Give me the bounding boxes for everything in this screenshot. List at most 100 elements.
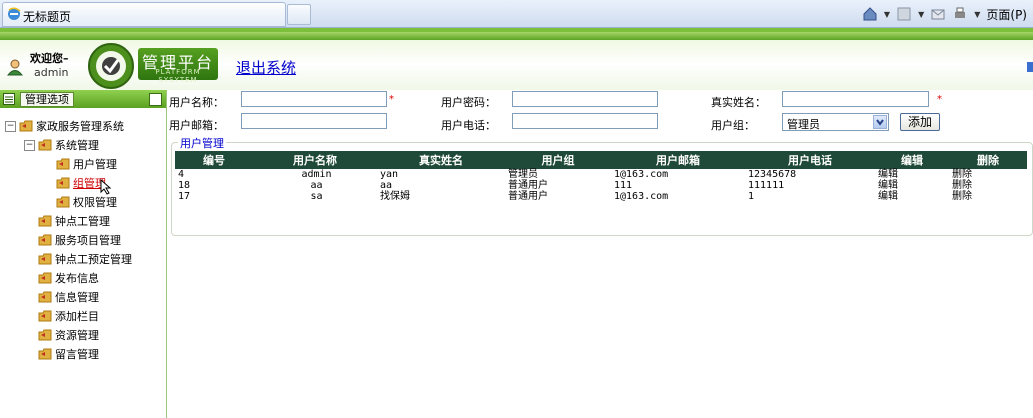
cell-realname: aa (380, 180, 393, 191)
sidebar-item-label: 用户管理 (73, 158, 117, 171)
users-table: 编号 用户名称 真实姓名 用户组 用户邮箱 用户电话 编辑 删除 4 admin… (175, 151, 1027, 202)
chevron-down-icon[interactable]: ▼ (918, 10, 924, 19)
phone-input[interactable] (512, 113, 658, 129)
sidebar: 管理选项 − 家政服务管理系统 − 系统管理 用户管理 组管理 权限管理 钟点工… (0, 90, 167, 418)
feeds-icon[interactable] (896, 6, 912, 22)
folder-icon (38, 253, 52, 265)
sidebar-item-label: 发布信息 (55, 272, 99, 285)
sidebar-item-label: 钟点工管理 (55, 215, 110, 228)
browser-tab[interactable]: 无标题页 (2, 2, 286, 27)
tree-system-label: 系统管理 (55, 139, 99, 152)
delete-link[interactable]: 删除 (949, 169, 1027, 180)
column-header: 真实姓名 (377, 151, 505, 169)
delete-link[interactable]: 删除 (949, 191, 1027, 202)
ie-icon (8, 7, 21, 20)
main-content: 用户名称： * 用户密码： 真实姓名： * 用户邮箱： 用户电话： 用户组： 管… (169, 90, 1033, 418)
folder-icon (38, 215, 52, 227)
email-label: 用户邮箱： (169, 119, 224, 132)
delete-link[interactable]: 删除 (949, 180, 1027, 191)
folder-icon (38, 329, 52, 341)
sidebar-item-label: 添加栏目 (55, 310, 99, 323)
list-icon (3, 93, 15, 105)
table-header-row: 编号 用户名称 真实姓名 用户组 用户邮箱 用户电话 编辑 删除 (175, 151, 1027, 169)
table-row: 17 sa 找保姆 普通用户 1@163.com 1 编辑 删除 (175, 191, 1027, 202)
current-user-name: admin (34, 66, 69, 79)
sidebar-item[interactable]: 信息管理 (38, 289, 99, 305)
user-info: 欢迎您– admin (4, 46, 88, 84)
chevron-down-icon[interactable] (873, 115, 887, 129)
folder-icon (56, 196, 70, 208)
collapse-toggle-icon[interactable]: − (24, 139, 35, 151)
add-button[interactable]: 添加 (900, 113, 940, 131)
cell-realname: yan (380, 169, 399, 180)
cell-email: 1@163.com (614, 191, 669, 202)
column-header: 用户名称 (253, 151, 377, 169)
sidebar-item[interactable]: 钟点工预定管理 (38, 251, 132, 267)
cell-phone: 111111 (748, 180, 785, 191)
sidebar-item-user-management[interactable]: 用户管理 (56, 156, 117, 172)
sidebar-item[interactable]: 资源管理 (38, 327, 99, 343)
phone-label: 用户电话： (441, 119, 496, 132)
page-menu[interactable]: 页面(P) (986, 6, 1027, 23)
sidebar-item-label: 钟点工预定管理 (55, 253, 132, 266)
cell-phone: 12345678 (748, 169, 797, 180)
realname-input[interactable] (782, 91, 929, 107)
tree-system-group[interactable]: − 系统管理 (24, 137, 99, 153)
column-header: 用户邮箱 (611, 151, 745, 169)
cell-id: 17 (178, 191, 191, 202)
chevron-down-icon[interactable]: ▼ (974, 10, 980, 19)
home-icon[interactable] (862, 6, 878, 22)
folder-icon (38, 310, 52, 322)
user-icon (6, 59, 24, 76)
folder-icon (38, 348, 52, 360)
edit-link[interactable]: 编辑 (875, 169, 949, 180)
password-input[interactable] (512, 91, 658, 107)
sidebar-item-label: 权限管理 (73, 196, 117, 209)
sidebar-item[interactable]: 发布信息 (38, 270, 99, 286)
platform-badge: 管理平台 PLATFORM SYSYTEM (138, 48, 218, 84)
sidebar-item-permission-management[interactable]: 权限管理 (56, 194, 117, 210)
cell-email: 111 (614, 180, 633, 191)
cell-realname: 找保姆 (380, 191, 410, 202)
group-select[interactable]: 管理员 (782, 113, 889, 131)
cell-username: sa (310, 191, 323, 202)
logout-link[interactable]: 退出系统 (236, 57, 296, 78)
cell-email: 1@163.com (614, 169, 669, 180)
panel-toggle-icon[interactable] (1027, 62, 1033, 72)
required-mark: * (389, 94, 394, 105)
cell-group: 普通用户 (508, 191, 548, 202)
new-tab-button[interactable] (287, 4, 311, 25)
chevron-down-icon[interactable]: ▼ (884, 10, 890, 19)
username-input[interactable] (241, 91, 387, 107)
sidebar-item[interactable]: 服务项目管理 (38, 232, 121, 248)
platform-subtitle: PLATFORM SYSYTEM (155, 68, 201, 84)
print-icon[interactable] (952, 6, 968, 22)
tree-root[interactable]: − 家政服务管理系统 (5, 118, 124, 134)
folder-icon (56, 158, 70, 170)
email-input[interactable] (241, 113, 387, 129)
username-label: 用户名称： (169, 96, 224, 109)
mouse-cursor-icon (100, 179, 112, 195)
group-label: 用户组： (711, 119, 755, 132)
sidebar-item[interactable]: 留言管理 (38, 346, 99, 362)
folder-icon (38, 234, 52, 246)
column-header: 编号 (175, 151, 253, 169)
user-management-panel: 用户管理 编号 用户名称 真实姓名 用户组 用户邮箱 用户电话 编辑 删除 4 … (171, 135, 1033, 236)
table-row: 4 admin yan 管理员 1@163.com 12345678 编辑 删除 (175, 169, 1027, 180)
edit-link[interactable]: 编辑 (875, 191, 949, 202)
realname-label: 真实姓名： (711, 96, 766, 109)
cell-phone: 1 (748, 191, 755, 202)
sidebar-item-group-management[interactable]: 组管理 (56, 175, 112, 195)
cell-id: 4 (178, 169, 185, 180)
collapse-icon[interactable] (149, 93, 162, 106)
mail-icon[interactable] (930, 6, 946, 22)
required-mark: * (937, 94, 942, 105)
edit-link[interactable]: 编辑 (875, 180, 949, 191)
column-header: 编辑 (875, 151, 949, 169)
sidebar-item[interactable]: 钟点工管理 (38, 213, 110, 229)
collapse-toggle-icon[interactable]: − (5, 120, 16, 132)
sidebar-item[interactable]: 添加栏目 (38, 308, 99, 324)
sidebar-title[interactable]: 管理选项 (20, 92, 74, 107)
command-bar: ▼ ▼ ▼ 页面(P) (862, 4, 1027, 24)
column-header: 删除 (949, 151, 1027, 169)
